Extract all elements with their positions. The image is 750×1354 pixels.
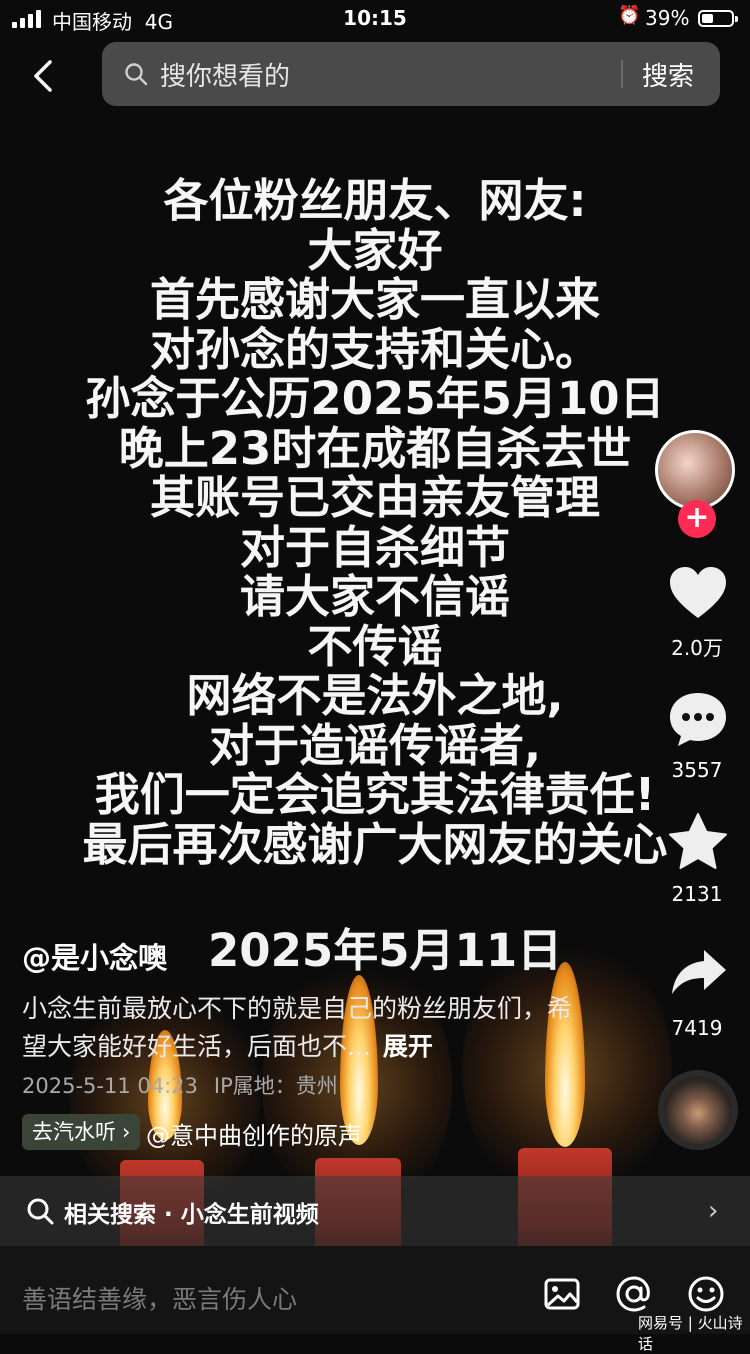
notice-line: 不传谣 — [307, 619, 443, 673]
battery-icon — [698, 10, 738, 27]
notice-line: 我们一定会追究其法律责任! — [94, 768, 656, 821]
search-icon — [27, 1198, 54, 1225]
listen-chip-label: 去汽水听 — [32, 1120, 116, 1144]
comment-icon[interactable] — [668, 690, 728, 748]
post-meta: 2025-5-11 04:23 IP属地：贵州 — [22, 1070, 338, 1100]
notice-line: 最后再次感谢广大网友的关心 — [82, 817, 668, 871]
notice-line: 首先感谢大家一直以来 — [149, 273, 600, 326]
notice-line: 大家好 — [307, 223, 443, 277]
notice-line: 请大家不信谣 — [239, 570, 510, 623]
back-button[interactable] — [28, 54, 68, 98]
expand-link[interactable]: 展开 — [383, 1032, 433, 1061]
ip-location: IP属地：贵州 — [213, 1074, 338, 1098]
heart-icon[interactable] — [668, 565, 728, 621]
back-icon — [34, 60, 52, 92]
chevron-right-icon: › — [122, 1120, 131, 1144]
search-button[interactable]: 搜索 — [642, 56, 694, 93]
share-count: 7419 — [671, 1016, 723, 1040]
notice-line: 网络不是法外之地, — [186, 669, 564, 722]
music-disc[interactable] — [658, 1070, 738, 1150]
video-notice-text: 各位粉丝朋友、网友: 大家好 首先感谢大家一直以来 对孙念的支持和关心。 孙念于… — [0, 176, 750, 869]
comment-input[interactable]: 善语结善缘，恶言伤人心 — [22, 1280, 297, 1316]
notice-line: 孙念于公历2025年5月10日 — [85, 372, 665, 425]
related-search-text: 相关搜索 · 小念生前视频 — [64, 1202, 319, 1228]
notice-line: 晚上23时在成都自杀去世 — [118, 421, 632, 475]
comment-count: 3557 — [671, 758, 723, 782]
status-bar: 中国移动 4G 10:15 ⏰ 39% — [0, 0, 750, 40]
battery-percent: 39% — [645, 6, 690, 30]
notice-line: 各位粉丝朋友、网友: — [163, 174, 587, 227]
description-text: 小念生前最放心不下的就是自己的粉丝朋友们，希望大家能好好生活，后面也不... — [22, 994, 573, 1061]
author-name[interactable]: @是小念噢 — [22, 935, 167, 977]
listen-chip[interactable]: 去汽水听 › — [22, 1114, 141, 1150]
like-count: 2.0万 — [671, 636, 723, 660]
post-datetime: 2025-5-11 04:23 — [22, 1074, 198, 1098]
notice-line: 对于造谣传谣者, — [208, 718, 542, 772]
notice-line: 其账号已交由亲友管理 — [149, 471, 600, 524]
notice-date: 2025年5月11日 — [208, 924, 563, 977]
star-icon[interactable] — [668, 812, 728, 870]
share-icon[interactable] — [670, 948, 728, 996]
search-divider — [621, 60, 623, 88]
emoji-icon[interactable] — [686, 1274, 726, 1314]
notice-line: 对于自杀细节 — [239, 520, 510, 574]
at-icon[interactable] — [614, 1274, 654, 1314]
search-icon — [125, 63, 148, 86]
alarm-icon: ⏰ — [618, 5, 641, 26]
follow-button[interactable]: + — [678, 500, 716, 538]
sound-link[interactable]: @意中曲创作的原声 — [146, 1116, 362, 1151]
search-bar[interactable]: 搜你想看的 搜索 — [102, 42, 720, 106]
author-avatar[interactable] — [655, 430, 735, 510]
favorite-count: 2131 — [671, 882, 723, 906]
chevron-right-icon: › — [708, 1196, 719, 1226]
search-input[interactable]: 搜你想看的 — [160, 56, 290, 93]
related-search-bar[interactable]: 相关搜索 · 小念生前视频 › — [0, 1176, 750, 1246]
notice-line: 对孙念的支持和关心。 — [149, 322, 600, 376]
comment-bar: 善语结善缘，恶言伤人心 网易号 | 火山诗话 — [0, 1246, 750, 1353]
image-icon[interactable] — [542, 1274, 582, 1314]
post-description[interactable]: 小念生前最放心不下的就是自己的粉丝朋友们，希望大家能好好生活，后面也不... 展开 — [22, 990, 582, 1066]
watermark: 网易号 | 火山诗话 — [638, 1314, 743, 1353]
